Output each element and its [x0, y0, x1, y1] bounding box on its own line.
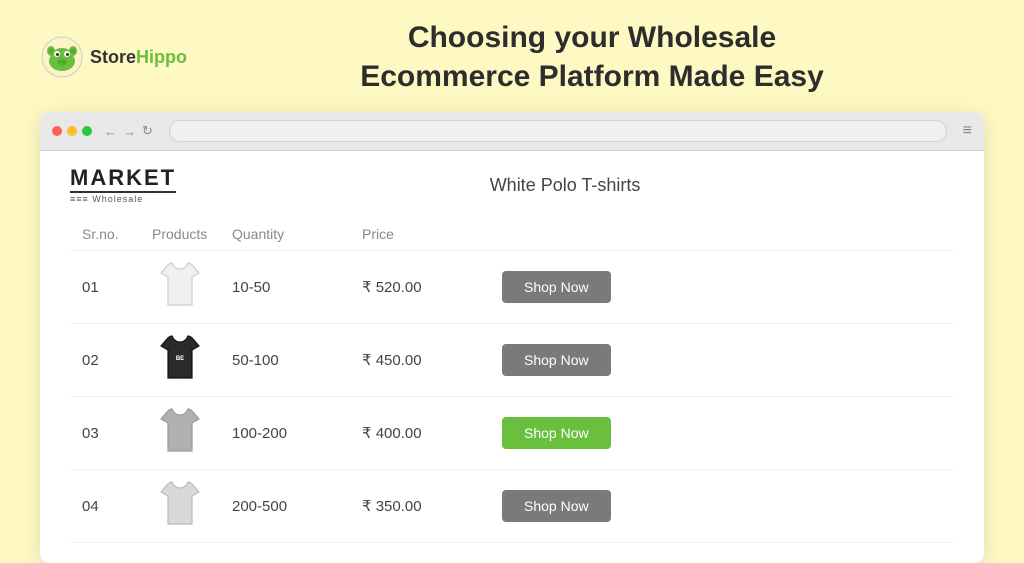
cell-product-img [140, 251, 220, 324]
market-logo: MARKET ≡≡≡ Wholesale [70, 167, 176, 204]
site-header: MARKET ≡≡≡ Wholesale White Polo T-shirts [70, 151, 954, 214]
browser-window: ← → ↻ ≡ MARKET ≡≡≡ Wholesale White Polo … [40, 112, 984, 563]
browser-nav: ← → ↻ [104, 123, 153, 139]
storehippo-logo-icon [40, 35, 84, 79]
cell-action: Shop Now [490, 324, 954, 397]
browser-menu-icon[interactable]: ≡ [963, 122, 972, 140]
table-row: 02 BE 50-100 ₹ 450.00 Shop Now [70, 324, 954, 397]
cell-quantity: 50-100 [220, 324, 350, 397]
shop-now-button-4[interactable]: Shop Now [502, 490, 611, 522]
page-title-area: Choosing your Wholesale Ecommerce Platfo… [200, 18, 984, 96]
table-row: 03 100-200 ₹ 400.00 Shop Now [70, 397, 954, 470]
browser-dots [52, 126, 92, 136]
cell-quantity: 10-50 [220, 251, 350, 324]
cell-action: Shop Now [490, 470, 954, 543]
table-row: 01 10-50 ₹ 520.00 Shop Now [70, 251, 954, 324]
shop-now-button-1[interactable]: Shop Now [502, 271, 611, 303]
cell-price: ₹ 520.00 [350, 251, 490, 324]
dot-yellow[interactable] [67, 126, 77, 136]
cell-price: ₹ 400.00 [350, 397, 490, 470]
cell-product-img: BE [140, 324, 220, 397]
logo-area: StoreHippo [40, 35, 200, 79]
cell-action: Shop Now [490, 251, 954, 324]
wholesale-text: ≡≡≡ Wholesale [70, 191, 176, 204]
shop-now-button-2[interactable]: Shop Now [502, 344, 611, 376]
cell-sr: 01 [70, 251, 140, 324]
col-price: Price [350, 218, 490, 251]
cell-action: Shop Now [490, 397, 954, 470]
svg-text:BE: BE [176, 356, 184, 362]
address-bar[interactable] [169, 120, 947, 142]
table-body: 01 10-50 ₹ 520.00 Shop Now 02 BE 50-100 … [70, 251, 954, 543]
cell-quantity: 200-500 [220, 470, 350, 543]
nav-back[interactable]: ← [104, 124, 117, 139]
logo-text: StoreHippo [90, 47, 187, 68]
dot-red[interactable] [52, 126, 62, 136]
dot-green-browser[interactable] [82, 126, 92, 136]
product-heading: White Polo T-shirts [176, 175, 954, 196]
cell-price: ₹ 350.00 [350, 470, 490, 543]
nav-forward[interactable]: → [123, 124, 136, 139]
cell-sr: 04 [70, 470, 140, 543]
table-row: 04 200-500 ₹ 350.00 Shop Now [70, 470, 954, 543]
col-quantity: Quantity [220, 218, 350, 251]
col-action [490, 218, 954, 251]
cell-product-img [140, 470, 220, 543]
cell-sr: 03 [70, 397, 140, 470]
col-srno: Sr.no. [70, 218, 140, 251]
page-header: StoreHippo Choosing your Wholesale Ecomm… [0, 0, 1024, 106]
table-header: Sr.no. Products Quantity Price [70, 218, 954, 251]
page-title: Choosing your Wholesale Ecommerce Platfo… [200, 18, 984, 96]
browser-content: MARKET ≡≡≡ Wholesale White Polo T-shirts… [40, 151, 984, 563]
market-logo-text: MARKET [70, 167, 176, 189]
cell-quantity: 100-200 [220, 397, 350, 470]
nav-reload[interactable]: ↻ [142, 123, 153, 139]
product-table: Sr.no. Products Quantity Price 01 10-50 … [70, 218, 954, 543]
col-products: Products [140, 218, 220, 251]
cell-product-img [140, 397, 220, 470]
cell-price: ₹ 450.00 [350, 324, 490, 397]
shop-now-button-3[interactable]: Shop Now [502, 417, 611, 449]
cell-sr: 02 [70, 324, 140, 397]
browser-toolbar: ← → ↻ ≡ [40, 112, 984, 151]
